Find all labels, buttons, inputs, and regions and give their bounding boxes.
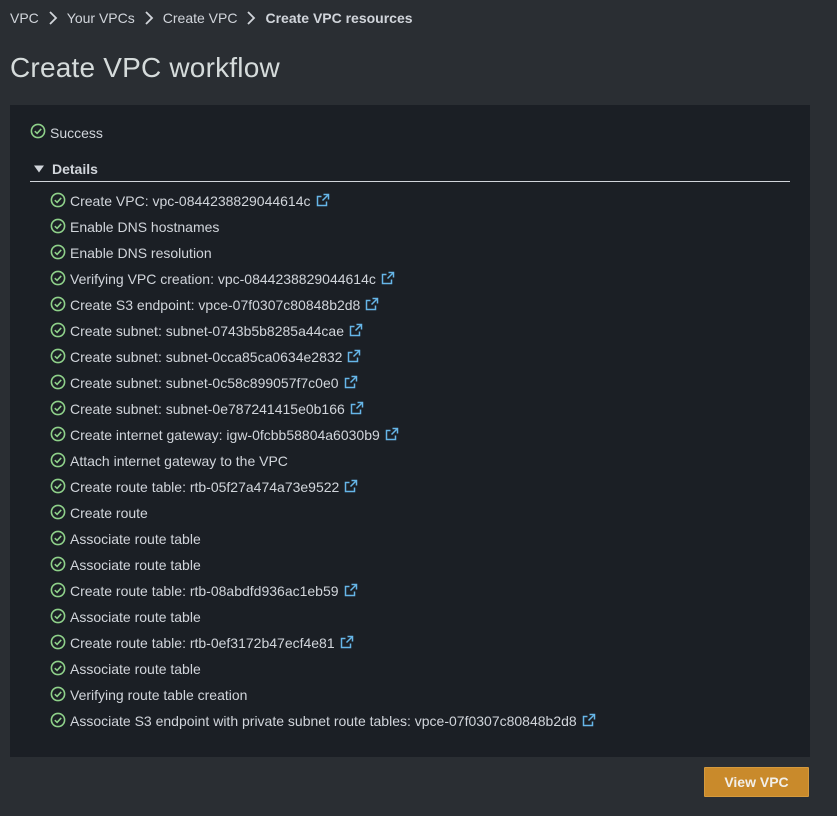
- step-text: Enable DNS resolution: [70, 245, 212, 261]
- check-circle-icon: [50, 348, 70, 367]
- status-text: Success: [50, 124, 103, 141]
- external-link-icon[interactable]: [360, 297, 379, 314]
- workflow-step: Create subnet: subnet-0743b5b8285a44cae: [50, 318, 596, 344]
- workflow-step: Enable DNS hostnames: [50, 214, 596, 240]
- step-text: Associate S3 endpoint with private subne…: [70, 713, 577, 729]
- details-label: Details: [52, 161, 98, 177]
- workflow-step: Create route table: rtb-05f27a474a73e952…: [50, 474, 596, 500]
- check-circle-icon: [50, 296, 70, 315]
- check-circle-icon: [50, 530, 70, 549]
- workflow-step: Associate route table: [50, 552, 596, 578]
- step-text: Enable DNS hostnames: [70, 219, 220, 235]
- external-link-icon[interactable]: [339, 375, 358, 392]
- step-text: Associate route table: [70, 609, 201, 625]
- workflow-step: Associate route table: [50, 526, 596, 552]
- workflow-step: Create internet gateway: igw-0fcbb58804a…: [50, 422, 596, 448]
- check-circle-icon: [50, 712, 70, 731]
- workflow-step: Create route table: rtb-08abdfd936ac1eb5…: [50, 578, 596, 604]
- chevron-right-icon: [48, 11, 58, 25]
- chevron-right-icon: [144, 11, 154, 25]
- check-circle-icon: [50, 426, 70, 445]
- check-circle-icon: [50, 400, 70, 419]
- check-circle-icon: [50, 270, 70, 289]
- step-text: Attach internet gateway to the VPC: [70, 453, 288, 469]
- external-link-icon[interactable]: [376, 271, 395, 288]
- chevron-right-icon: [246, 11, 256, 25]
- workflow-panel: Success Details Create VPC: vpc-08442388…: [10, 105, 810, 757]
- step-text: Verifying VPC creation: vpc-084423882904…: [70, 271, 376, 287]
- step-text: Create route: [70, 505, 148, 521]
- workflow-step: Verifying route table creation: [50, 682, 596, 708]
- details-toggle[interactable]: Details: [30, 158, 790, 180]
- workflow-step: Create subnet: subnet-0e787241415e0b166: [50, 396, 596, 422]
- external-link-icon[interactable]: [577, 713, 596, 730]
- external-link-icon[interactable]: [339, 583, 358, 600]
- check-circle-icon: [50, 504, 70, 523]
- workflow-step: Associate route table: [50, 656, 596, 682]
- check-circle-icon: [50, 192, 70, 211]
- workflow-step: Enable DNS resolution: [50, 240, 596, 266]
- details-divider: [30, 181, 790, 182]
- step-text: Create route table: rtb-08abdfd936ac1eb5…: [70, 583, 339, 599]
- step-text: Create route table: rtb-0ef3172b47ecf4e8…: [70, 635, 335, 651]
- external-link-icon[interactable]: [342, 349, 361, 366]
- status-row: Success: [30, 123, 103, 142]
- external-link-icon[interactable]: [335, 635, 354, 652]
- check-circle-icon: [50, 608, 70, 627]
- caret-down-icon: [30, 161, 52, 177]
- step-text: Create route table: rtb-05f27a474a73e952…: [70, 479, 340, 495]
- external-link-icon[interactable]: [345, 401, 364, 418]
- step-text: Create subnet: subnet-0e787241415e0b166: [70, 401, 345, 417]
- workflow-step: Associate route table: [50, 604, 596, 630]
- workflow-step: Create subnet: subnet-0cca85ca0634e2832: [50, 344, 596, 370]
- check-circle-icon: [50, 686, 70, 705]
- check-circle-icon: [50, 634, 70, 653]
- check-circle-icon: [50, 582, 70, 601]
- check-circle-icon: [50, 660, 70, 679]
- external-link-icon[interactable]: [311, 193, 330, 210]
- external-link-icon[interactable]: [339, 479, 358, 496]
- step-text: Create subnet: subnet-0cca85ca0634e2832: [70, 349, 343, 365]
- step-text: Create VPC: vpc-0844238829044614c: [70, 193, 311, 209]
- check-circle-icon: [50, 452, 70, 471]
- external-link-icon[interactable]: [380, 427, 399, 444]
- check-circle-icon: [50, 244, 70, 263]
- step-text: Verifying route table creation: [70, 687, 248, 703]
- workflow-step: Create route: [50, 500, 596, 526]
- view-vpc-button[interactable]: View VPC: [704, 767, 809, 797]
- workflow-step: Create VPC: vpc-0844238829044614c: [50, 188, 596, 214]
- breadcrumb-vpc[interactable]: VPC: [10, 10, 39, 26]
- step-text: Create subnet: subnet-0743b5b8285a44cae: [70, 323, 344, 339]
- breadcrumb: VPC Your VPCs Create VPC Create VPC reso…: [10, 8, 413, 28]
- check-circle-icon: [50, 218, 70, 237]
- check-circle-icon: [50, 478, 70, 497]
- check-circle-icon: [50, 556, 70, 575]
- external-link-icon[interactable]: [344, 323, 363, 340]
- page-title: Create VPC workflow: [10, 52, 280, 83]
- step-text: Create subnet: subnet-0c58c899057f7c0e0: [70, 375, 339, 391]
- workflow-step: Create S3 endpoint: vpce-07f0307c80848b2…: [50, 292, 596, 318]
- check-circle-icon: [50, 374, 70, 393]
- workflow-step: Verifying VPC creation: vpc-084423882904…: [50, 266, 596, 292]
- check-circle-icon: [50, 322, 70, 341]
- breadcrumb-create-vpc[interactable]: Create VPC: [163, 10, 238, 26]
- workflow-step: Attach internet gateway to the VPC: [50, 448, 596, 474]
- breadcrumb-create-vpc-resources: Create VPC resources: [265, 10, 413, 26]
- step-text: Associate route table: [70, 531, 201, 547]
- step-text: Associate route table: [70, 557, 201, 573]
- step-text: Associate route table: [70, 661, 201, 677]
- step-text: Create S3 endpoint: vpce-07f0307c80848b2…: [70, 297, 361, 313]
- workflow-steps: Create VPC: vpc-0844238829044614c Enable …: [50, 188, 596, 734]
- check-circle-icon: [30, 123, 50, 142]
- workflow-step: Create subnet: subnet-0c58c899057f7c0e0: [50, 370, 596, 396]
- workflow-step: Create route table: rtb-0ef3172b47ecf4e8…: [50, 630, 596, 656]
- breadcrumb-your-vpcs[interactable]: Your VPCs: [67, 10, 135, 26]
- workflow-step: Associate S3 endpoint with private subne…: [50, 708, 596, 734]
- step-text: Create internet gateway: igw-0fcbb58804a…: [70, 427, 380, 443]
